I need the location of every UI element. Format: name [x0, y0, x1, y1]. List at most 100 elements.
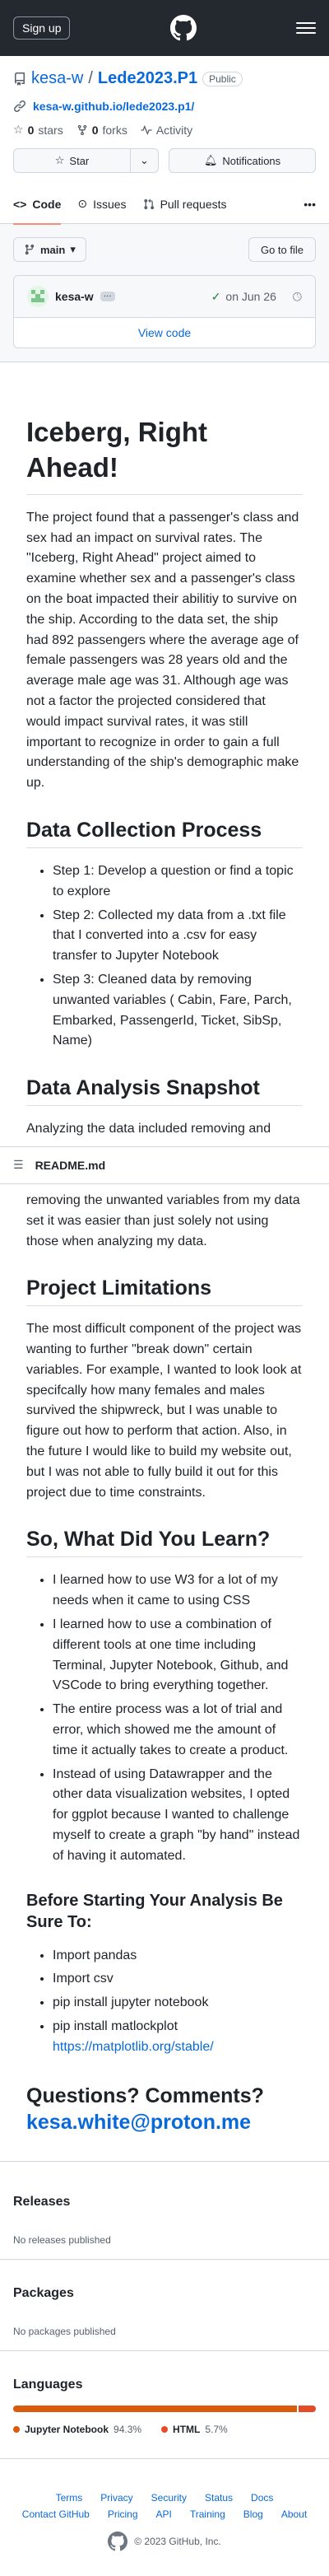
- star-button[interactable]: ☆ Star: [13, 148, 131, 173]
- commit-status[interactable]: ✓ on Jun 26: [211, 290, 276, 304]
- commit-author-link[interactable]: kesa-w: [55, 290, 94, 303]
- repo-name-link[interactable]: Lede2023.P1: [98, 69, 197, 88]
- forks-count-link[interactable]: 0 forks: [76, 123, 127, 137]
- view-code-link[interactable]: View code: [14, 318, 315, 348]
- list-item: The entire process was a lot of trial an…: [53, 1700, 303, 1761]
- stars-count: 0: [27, 123, 35, 137]
- section-data-analysis: Data Analysis Snapshot: [26, 1076, 303, 1107]
- bell-icon: 🔔︎: [203, 154, 218, 166]
- footer-link-api[interactable]: API: [156, 2508, 172, 2520]
- history-icon[interactable]: 🕓︎: [293, 290, 302, 304]
- commit-message-toggle[interactable]: ···: [100, 292, 115, 301]
- kebab-horizontal-icon: •••: [304, 197, 316, 211]
- file-navigation: main ▾ Go to file kesa-w ··· ✓ on Jun 26…: [0, 224, 329, 362]
- analysis-text-end: removing the unwanted variables from my …: [26, 1192, 300, 1248]
- footer-link-about[interactable]: About: [281, 2508, 307, 2520]
- forks-label: forks: [102, 123, 127, 137]
- menu-icon[interactable]: [295, 22, 316, 34]
- packages-empty-text: No packages published: [13, 2325, 116, 2337]
- footer-link-terms[interactable]: Terms: [56, 2492, 83, 2504]
- list-item: Step 2: Collected my data from a .txt fi…: [53, 906, 303, 967]
- author-avatar[interactable]: [27, 286, 49, 307]
- language-bar-jupyter: [13, 2405, 298, 2412]
- section-learned: So, What Did You Learn?: [26, 1528, 303, 1558]
- tab-pull-requests[interactable]: Pull requests: [143, 184, 227, 224]
- stars-count-link[interactable]: ☆ 0 stars: [13, 123, 63, 137]
- section-before-starting: Before Starting Your Analysis Be Sure To…: [26, 1891, 283, 1931]
- star-button-label: Star: [69, 154, 90, 167]
- fork-icon: [77, 124, 86, 135]
- pull-request-icon: [143, 198, 154, 209]
- list-item: Import pandas: [53, 1946, 303, 1967]
- top-bar: Sign up: [0, 0, 329, 56]
- footer-link-status[interactable]: Status: [205, 2492, 233, 2504]
- readme-sticky-header[interactable]: ☰ README.md: [0, 1146, 329, 1184]
- data-collection-list: Step 1: Develop a question or find a top…: [26, 861, 303, 1052]
- limitations-text: The most difficult component of the proj…: [26, 1322, 302, 1500]
- releases-empty-text: No releases published: [13, 2233, 111, 2246]
- language-item-jupyter[interactable]: Jupyter Notebook 94.3%: [13, 2424, 141, 2435]
- code-icon: <>: [13, 197, 27, 211]
- go-to-file-button[interactable]: Go to file: [248, 237, 316, 262]
- readme-filename: README.md: [35, 1158, 106, 1172]
- footer-link-privacy[interactable]: Privacy: [100, 2492, 132, 2504]
- activity-label: Activity: [155, 123, 193, 137]
- list-item: pip install jupyter notebook: [53, 1993, 303, 2014]
- footer-copyright: © 2023 GitHub, Inc.: [13, 2531, 316, 2551]
- language-list: Jupyter Notebook 94.3% HTML 5.7%: [13, 2424, 316, 2435]
- forks-count: 0: [91, 123, 99, 137]
- notifications-button[interactable]: 🔔︎ Notifications: [169, 148, 316, 173]
- path-separator: /: [88, 69, 93, 87]
- caret-down-icon: ▾: [70, 243, 76, 255]
- repo-title: kesa-w / Lede2023.P1 Public: [13, 69, 316, 88]
- footer-link-security[interactable]: Security: [151, 2492, 187, 2504]
- chevron-down-icon: ⌄: [140, 154, 149, 166]
- releases-section: Releases No releases published: [0, 2160, 329, 2260]
- language-dot: [161, 2425, 169, 2433]
- footer-link-docs[interactable]: Docs: [251, 2492, 273, 2504]
- footer-link-pricing[interactable]: Pricing: [108, 2508, 138, 2520]
- section-questions: Questions? Comments? kesa.white@proton.m…: [26, 2083, 303, 2141]
- language-percent: 94.3%: [114, 2423, 142, 2435]
- packages-heading[interactable]: Packages: [13, 2286, 316, 2301]
- github-logo-icon[interactable]: [169, 15, 197, 41]
- section-limitations: Project Limitations: [26, 1276, 303, 1307]
- activity-link[interactable]: Activity: [141, 123, 192, 137]
- more-tabs-button[interactable]: •••: [304, 184, 316, 224]
- list-item: Step 1: Develop a question or find a top…: [53, 861, 303, 903]
- footer-link-training[interactable]: Training: [190, 2508, 225, 2520]
- footer-link-blog[interactable]: Blog: [243, 2508, 263, 2520]
- homepage-link[interactable]: kesa-w.github.io/lede2023.p1/: [13, 100, 316, 113]
- identicon-icon: [31, 290, 44, 302]
- repo-owner-link[interactable]: kesa-w: [31, 69, 83, 88]
- list-item: I learned how to use a combination of di…: [53, 1615, 303, 1696]
- matplotlib-link[interactable]: https://matplotlib.org/stable/: [53, 2040, 214, 2054]
- tab-pull-requests-label: Pull requests: [160, 197, 227, 211]
- language-name: HTML: [173, 2423, 201, 2435]
- list-item: Instead of using Datawrapper and the oth…: [53, 1765, 303, 1867]
- releases-heading[interactable]: Releases: [13, 2195, 316, 2210]
- list-unordered-icon[interactable]: ☰: [13, 1158, 24, 1172]
- latest-commit-box: kesa-w ··· ✓ on Jun 26 🕓︎ View code: [13, 275, 316, 348]
- tab-issues[interactable]: ⊙ Issues: [77, 184, 126, 224]
- tab-code[interactable]: <> Code: [13, 184, 62, 225]
- email-link[interactable]: kesa.white@proton.me: [26, 2111, 251, 2134]
- footer-link-contact-github[interactable]: Contact GitHub: [22, 2508, 90, 2520]
- footer: Terms Privacy Security Status Docs Contact Gi…: [0, 2459, 329, 2576]
- issue-icon: ⊙: [77, 197, 88, 210]
- tab-issues-label: Issues: [93, 197, 127, 211]
- star-dropdown-button[interactable]: ⌄: [131, 148, 159, 173]
- list-item: pip install matlockplot https://matplotl…: [53, 2017, 303, 2058]
- star-button-group: ☆ Star ⌄: [13, 148, 159, 173]
- language-item-html[interactable]: HTML 5.7%: [161, 2424, 228, 2435]
- language-bar: [13, 2405, 316, 2412]
- star-icon: ☆: [54, 154, 65, 166]
- pulse-icon: [141, 124, 152, 135]
- link-icon: [13, 100, 26, 113]
- github-logo-icon[interactable]: [108, 2531, 128, 2551]
- repo-actions: ☆ Star ⌄ 🔔︎ Notifications: [13, 148, 316, 173]
- sign-up-button[interactable]: Sign up: [13, 16, 71, 40]
- commit-date: on Jun 26: [225, 290, 276, 303]
- branch-select-button[interactable]: main ▾: [13, 237, 86, 262]
- repo-icon: [14, 72, 25, 86]
